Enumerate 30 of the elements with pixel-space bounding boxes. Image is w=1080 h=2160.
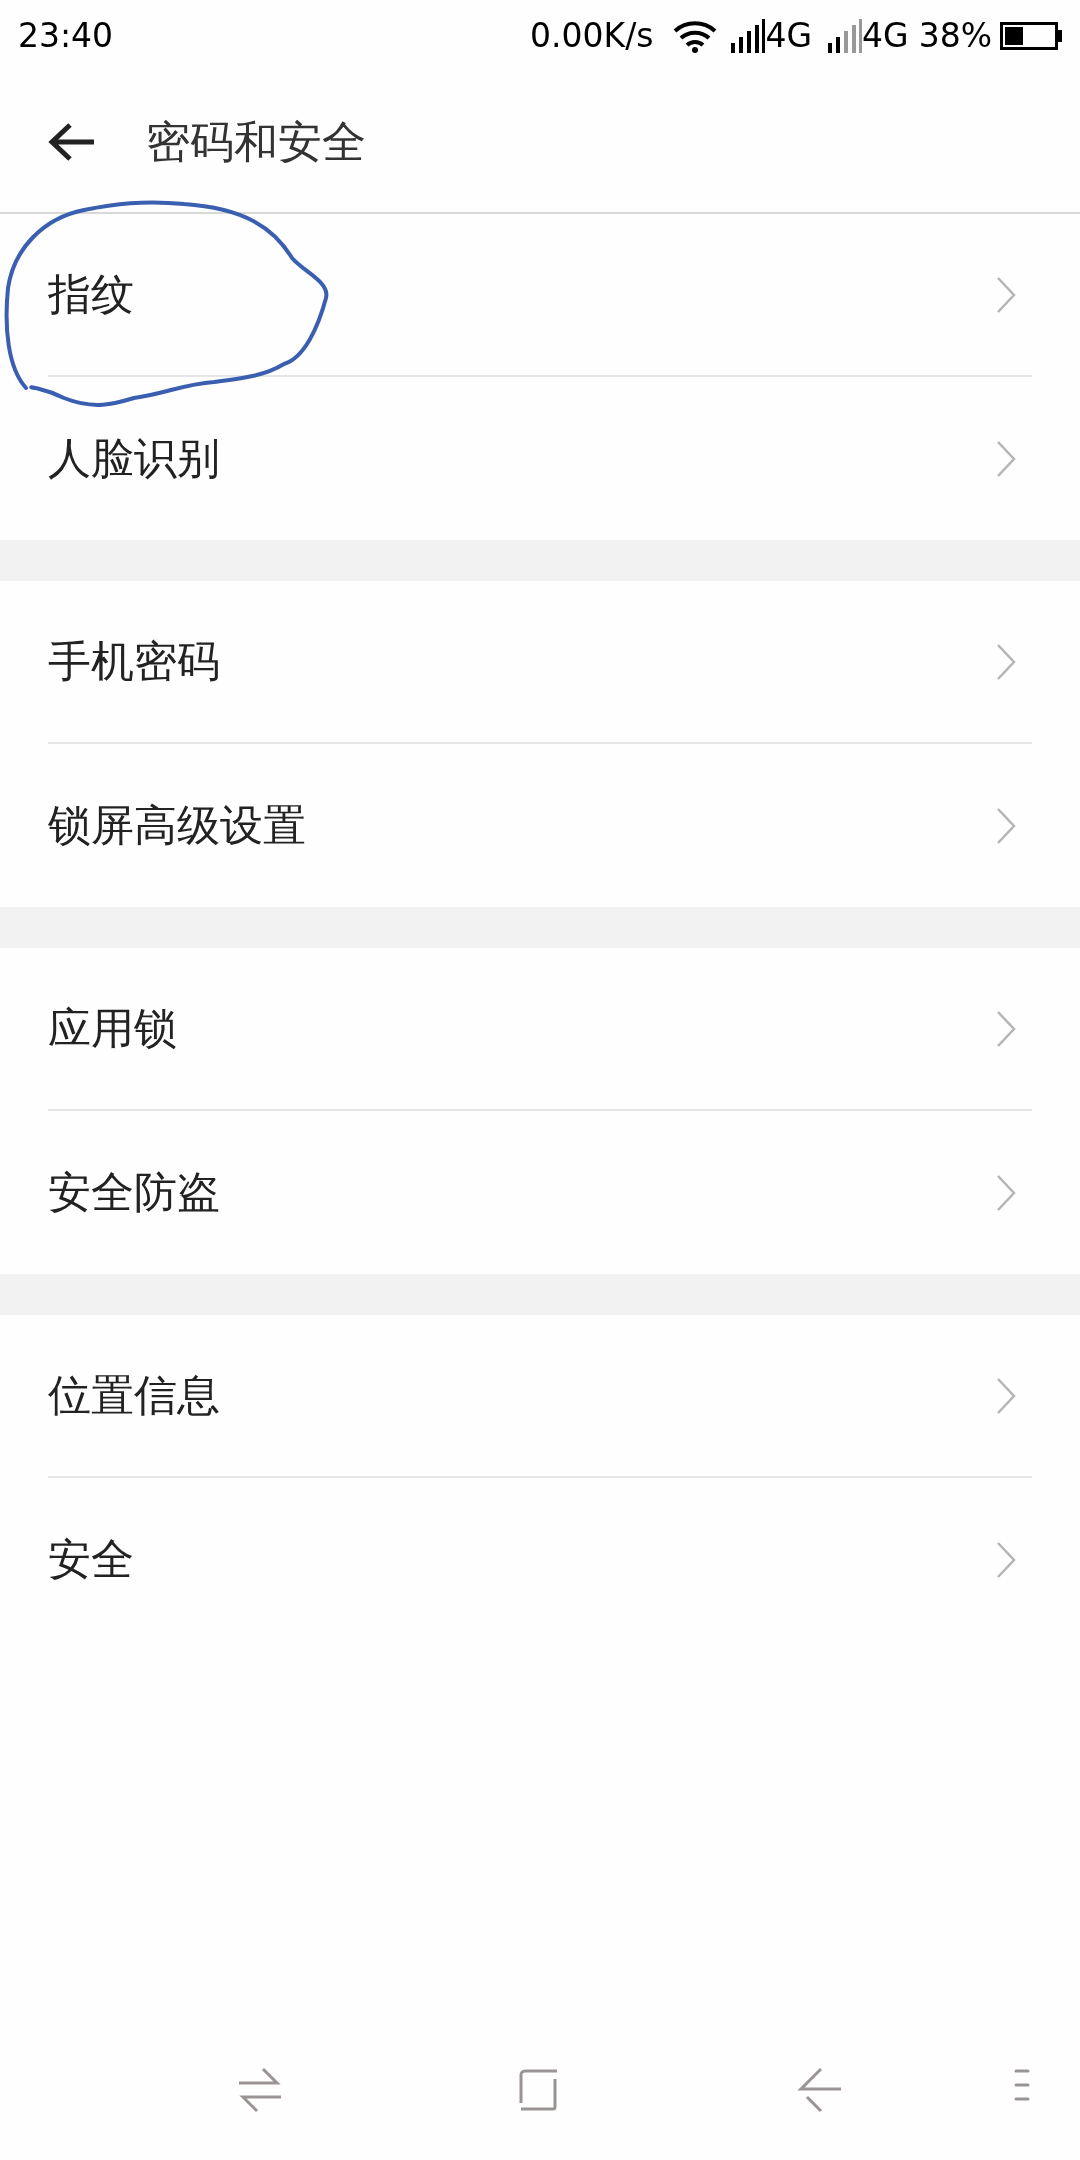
settings-item[interactable]: 安全防盗 — [48, 1111, 1032, 1274]
network-type: 4G — [765, 15, 813, 58]
menu-icon[interactable] — [1014, 2069, 1030, 2101]
network-speed: 0.00K/s — [530, 15, 654, 58]
switch-icon[interactable] — [239, 2067, 281, 2113]
battery-percent: 38% — [918, 15, 992, 58]
settings-item[interactable]: 安全 — [48, 1478, 1032, 1641]
chevron-icon — [996, 1009, 1016, 1048]
back-icon[interactable] — [48, 122, 96, 162]
settings-item[interactable]: 位置信息 — [48, 1315, 1032, 1478]
network-type: 4G — [862, 15, 909, 58]
chevron-icon — [996, 1173, 1016, 1212]
settings-item[interactable]: 锁屏高级设置 — [48, 744, 1032, 907]
chevron-icon — [996, 1376, 1016, 1415]
settings-item[interactable]: 应用锁 — [48, 948, 1032, 1111]
battery-icon — [1000, 22, 1062, 50]
wifi-icon — [673, 19, 718, 53]
settings-item[interactable]: 手机密码 — [48, 581, 1032, 744]
settings-item[interactable]: 人脸识别 — [48, 377, 1032, 540]
chevron-icon — [996, 439, 1016, 478]
page-title: 密码和安全 — [146, 115, 366, 169]
chevron-icon — [996, 642, 1016, 681]
settings-item[interactable]: 指纹 — [48, 214, 1032, 377]
signal-icon — [731, 19, 766, 53]
home-icon[interactable] — [519, 2069, 559, 2111]
signal-icon — [828, 19, 863, 53]
chevron-icon — [996, 275, 1016, 314]
chevron-icon — [996, 806, 1016, 845]
chevron-icon — [996, 1540, 1016, 1579]
clock: 23:40 — [18, 15, 114, 58]
